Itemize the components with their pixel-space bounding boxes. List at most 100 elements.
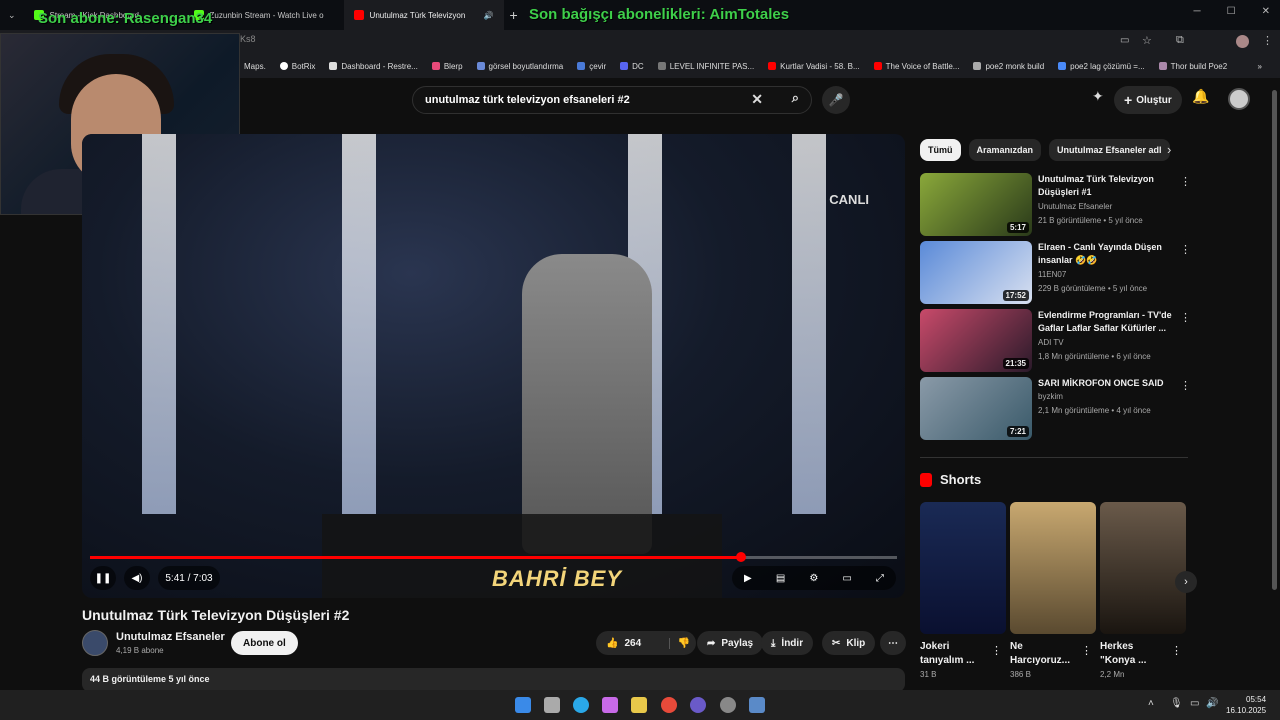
like-button[interactable]: 👍 264 <box>606 638 641 649</box>
chrome-icon[interactable] <box>661 697 677 713</box>
related-channel[interactable]: 11EN07 <box>1038 270 1066 279</box>
short-thumbnail[interactable] <box>1100 502 1186 634</box>
bookmark-item[interactable]: poe2 monk build <box>973 62 1044 71</box>
obs-icon[interactable] <box>690 697 706 713</box>
taskbar-clock[interactable]: 05:54 16.10.2025 <box>1226 694 1266 716</box>
video-thumbnail[interactable]: 17:52 <box>920 241 1032 304</box>
volume-button[interactable]: ◀) <box>124 566 150 590</box>
voice-search-button[interactable]: 🎤 <box>822 86 850 114</box>
dislike-button[interactable]: 👎 <box>668 637 690 649</box>
more-vertical-icon[interactable]: ⋮ <box>1081 644 1092 657</box>
star-icon[interactable]: ☆ <box>1142 34 1152 47</box>
maximize-icon[interactable]: ☐ <box>1227 6 1236 17</box>
bookmark-item[interactable]: LEVEL INFINITE PAS... <box>657 62 754 71</box>
more-vertical-icon[interactable]: ⋮ <box>1180 379 1191 392</box>
related-channel[interactable]: ADI TV <box>1038 338 1064 347</box>
related-title[interactable]: Elraen - Canlı Yayında Düşen insanlar 🤣🤣 <box>1038 241 1174 267</box>
related-video[interactable]: 5:17 Unutulmaz Türk Televizyon Düşüşleri… <box>920 173 1191 237</box>
bookmark-item[interactable]: Blerp <box>431 62 463 71</box>
more-vertical-icon[interactable]: ⋮ <box>1180 243 1191 256</box>
shorts-next-button[interactable]: › <box>1175 571 1197 593</box>
related-channel[interactable]: byzkim <box>1038 392 1063 401</box>
bookmark-item[interactable]: The Voice of Battle... <box>873 62 959 71</box>
start-icon[interactable] <box>515 697 531 713</box>
share-button[interactable]: ➦ Paylaş <box>697 631 764 655</box>
related-title[interactable]: Unutulmaz Türk Televizyon Düşüşleri #1 <box>1038 173 1174 199</box>
video-thumbnail[interactable]: 7:21 <box>920 377 1032 440</box>
task-view-icon[interactable] <box>544 697 560 713</box>
related-title[interactable]: Evlendirme Programları - TV'de Gaflar La… <box>1038 309 1174 335</box>
theater-icon[interactable]: ▭ <box>842 573 851 584</box>
bookmark-item[interactable]: Thor build Poe2 <box>1158 62 1227 71</box>
fullscreen-icon[interactable]: ⤢ <box>876 573 884 584</box>
tab-youtube[interactable]: Unutulmaz Türk Televizyon 🔊 <box>343 0 504 30</box>
short-title[interactable]: Ne Harcıyoruz... <box>1010 640 1080 668</box>
more-vertical-icon[interactable]: ⋮ <box>1180 311 1191 324</box>
related-channel[interactable]: Unutulmaz Efsaneler <box>1038 202 1112 211</box>
network-icon[interactable]: ▭ <box>1190 698 1199 709</box>
bookmark-item[interactable]: Dashboard - Restre... <box>329 62 418 71</box>
more-vertical-icon[interactable]: ⋮ <box>1180 175 1191 188</box>
related-video[interactable]: 17:52 Elraen - Canlı Yayında Düşen insan… <box>920 241 1191 305</box>
create-button[interactable]: + Oluştur <box>1114 86 1182 114</box>
subtitles-icon[interactable]: ▤ <box>776 573 785 584</box>
short-item[interactable]: Herkes "Konya ... 2,2 Mn ⋮ <box>1100 502 1186 679</box>
clear-search-icon[interactable]: ✕ <box>751 91 763 108</box>
edge-icon[interactable] <box>573 697 589 713</box>
microphone-tray-icon[interactable]: 🎙 <box>1170 698 1183 709</box>
app-icon[interactable] <box>749 697 765 713</box>
cast-icon[interactable]: ✦ <box>1092 88 1104 105</box>
file-explorer-icon[interactable] <box>631 697 647 713</box>
search-input[interactable]: unutulmaz türk televizyon efsaneleri #2 … <box>412 86 812 114</box>
pause-button[interactable]: ❚❚ <box>90 566 116 590</box>
video-thumbnail[interactable]: 21:35 <box>920 309 1032 372</box>
account-avatar[interactable] <box>1228 88 1250 110</box>
minimize-icon[interactable]: ─ <box>1194 6 1201 17</box>
copilot-icon[interactable] <box>602 697 618 713</box>
short-title[interactable]: Herkes "Konya ... <box>1100 640 1170 668</box>
new-tab-button[interactable]: + <box>510 7 518 23</box>
description-box[interactable]: 44 B görüntüleme 5 yıl önce <box>82 668 905 692</box>
close-icon[interactable]: ✕ <box>1262 6 1270 17</box>
channel-name[interactable]: Unutulmaz Efsaneler <box>116 631 225 643</box>
bookmark-item[interactable]: poe2 lag çözümü =... <box>1058 62 1145 71</box>
subscribe-button[interactable]: Abone ol <box>231 631 298 655</box>
short-thumbnail[interactable] <box>1010 502 1096 634</box>
more-actions-button[interactable]: ⋯ <box>880 631 906 655</box>
app-icon[interactable] <box>720 697 736 713</box>
more-vertical-icon[interactable]: ⋮ <box>1171 644 1182 657</box>
progress-bar[interactable] <box>90 552 897 562</box>
extensions-icon[interactable]: ⧉ <box>1176 34 1184 47</box>
autoplay-icon[interactable]: ▶ <box>744 573 752 584</box>
bookmark-item[interactable]: BotRix <box>279 62 315 71</box>
volume-tray-icon[interactable]: 🔊 <box>1206 698 1218 709</box>
speaker-icon[interactable]: 🔊 <box>484 11 494 20</box>
chip-channel[interactable]: Unutulmaz Efsaneler adl <box>1049 139 1170 161</box>
short-thumbnail[interactable] <box>920 502 1006 634</box>
profile-avatar[interactable] <box>1236 35 1249 48</box>
channel-avatar[interactable] <box>82 630 108 656</box>
bookmark-item[interactable]: çevir <box>577 62 606 71</box>
url-text[interactable]: Ks8 <box>240 34 256 44</box>
chip-from-search[interactable]: Aramanızdan <box>968 139 1042 161</box>
chip-all[interactable]: Tümü <box>920 139 961 161</box>
download-button[interactable]: ⤓ İndir <box>761 631 814 655</box>
cast-icon[interactable]: ▭ <box>1120 35 1129 46</box>
short-item[interactable]: Ne Harcıyoruz... 386 B ⋮ <box>1010 502 1096 679</box>
settings-icon[interactable]: ⚙ <box>809 573 818 584</box>
bookmark-item[interactable]: Maps. <box>244 62 266 71</box>
page-scrollbar[interactable] <box>1272 90 1277 590</box>
clip-button[interactable]: ✂ Klip <box>822 631 876 655</box>
short-item[interactable]: Jokeri tanıyalım ... 31 B ⋮ <box>920 502 1006 679</box>
related-video[interactable]: 21:35 Evlendirme Programları - TV'de Gaf… <box>920 309 1191 373</box>
tray-expand-icon[interactable]: ˄ <box>1148 698 1154 709</box>
bookmark-item[interactable]: görsel boyutlandırma <box>476 62 563 71</box>
notifications-icon[interactable]: 🔔 <box>1192 88 1209 105</box>
bookmark-item[interactable]: Kurtlar Vadisi - 58. B... <box>768 62 860 71</box>
bookmark-item[interactable]: DC <box>620 62 644 71</box>
bookmarks-more-icon[interactable]: » <box>1258 62 1262 71</box>
short-title[interactable]: Jokeri tanıyalım ... <box>920 640 990 668</box>
search-icon[interactable]: ⌕ <box>792 90 799 106</box>
video-thumbnail[interactable]: 5:17 <box>920 173 1032 236</box>
more-vertical-icon[interactable]: ⋮ <box>991 644 1002 657</box>
